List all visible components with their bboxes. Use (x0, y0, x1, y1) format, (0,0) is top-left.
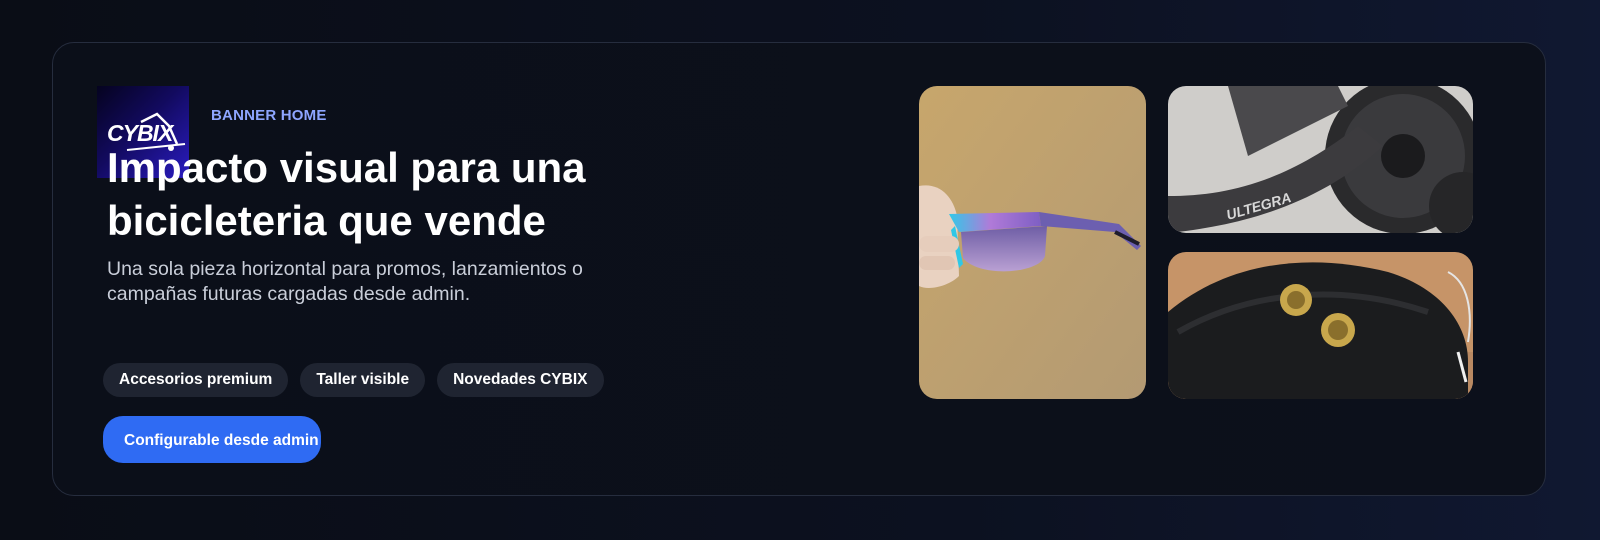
chip-accesorios-premium: Accesorios premium (103, 363, 289, 397)
hero-banner: CYBIX BANNER HOME Impacto visual para un… (52, 42, 1546, 496)
cycling-shoe-photo (1168, 252, 1473, 399)
chip-novedades-cybix: Novedades CYBIX (437, 363, 604, 397)
configurable-cta-button[interactable]: Configurable desde admin (103, 416, 321, 463)
banner-title: Impacto visual para una bicicleteria que… (107, 144, 586, 253)
banner-subtitle: Una sola pieza horizontal para promos, l… (107, 258, 583, 305)
crankset-photo: ULTEGRA (1168, 86, 1473, 233)
feature-chips: Accesorios premium Taller visible Noveda… (103, 363, 604, 397)
banner-eyebrow: BANNER HOME (211, 107, 327, 124)
chip-taller-visible: Taller visible (300, 363, 426, 397)
banner-title-wrap: Impacto visual para una bicicleteria que… (107, 141, 697, 253)
sunglasses-photo (919, 86, 1146, 399)
